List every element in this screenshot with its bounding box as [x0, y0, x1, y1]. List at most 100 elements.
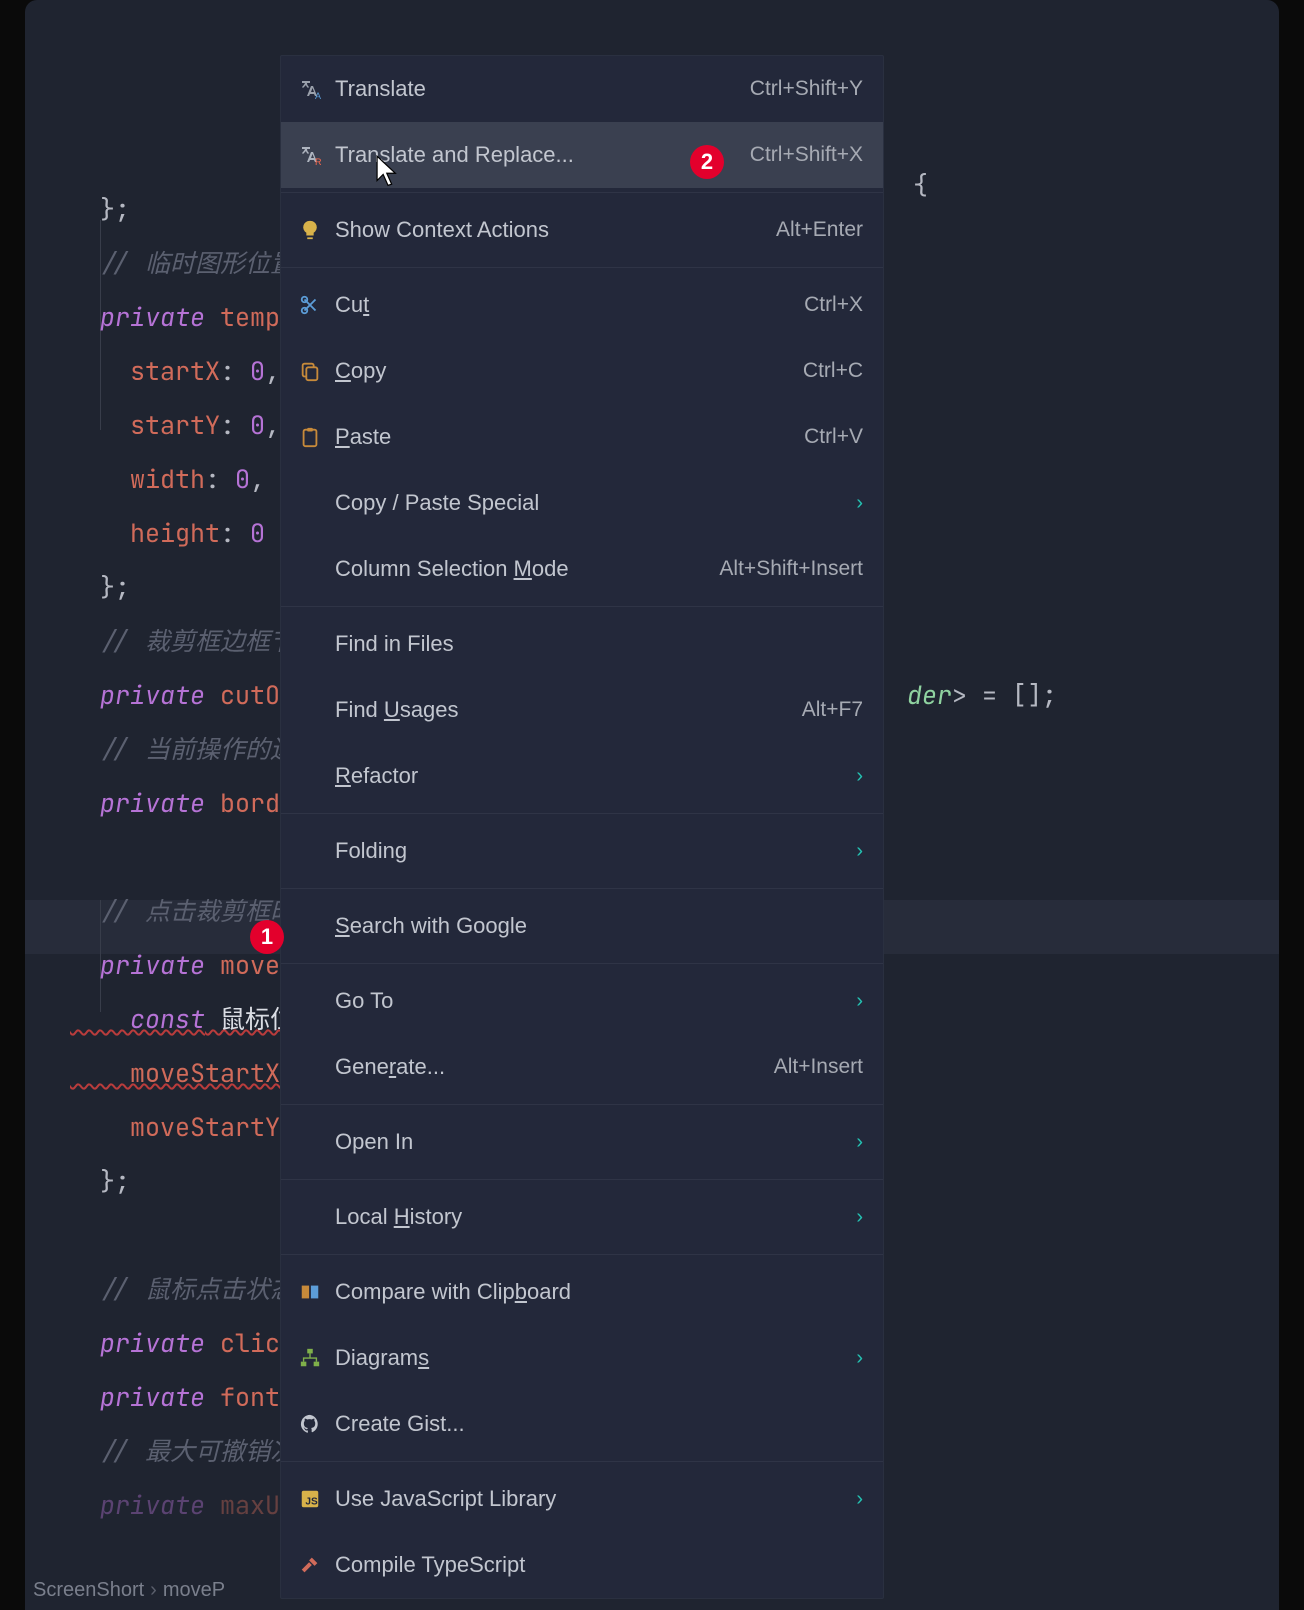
- menu-copy-paste-special[interactable]: Copy / Paste Special ›: [281, 470, 883, 536]
- menu-label: Column Selection Mode: [335, 556, 707, 582]
- empty-icon: [295, 986, 325, 1016]
- menu-label: Find in Files: [335, 631, 863, 657]
- menu-js-library[interactable]: JS Use JavaScript Library ›: [281, 1466, 883, 1532]
- menu-separator: [281, 888, 883, 889]
- menu-shortcut: Ctrl+C: [803, 359, 863, 383]
- code-comment: // 当前操作的边: [70, 732, 295, 766]
- diff-icon: [295, 1277, 325, 1307]
- svg-text:A: A: [315, 91, 321, 101]
- menu-shortcut: Ctrl+Shift+X: [750, 143, 863, 167]
- submenu-arrow-icon: ›: [856, 840, 863, 863]
- menu-label: Local History: [335, 1204, 844, 1230]
- menu-open-in[interactable]: Open In ›: [281, 1109, 883, 1175]
- keyword-private: private: [70, 1326, 205, 1360]
- menu-local-history[interactable]: Local History ›: [281, 1184, 883, 1250]
- menu-label: Go To: [335, 988, 844, 1014]
- menu-copy[interactable]: Copy Ctrl+C: [281, 338, 883, 404]
- keyword-private: private: [70, 786, 205, 820]
- menu-shortcut: Alt+Shift+Insert: [719, 557, 863, 581]
- menu-shortcut: Ctrl+V: [804, 425, 863, 449]
- menu-refactor[interactable]: Refactor ›: [281, 743, 883, 809]
- submenu-arrow-icon: ›: [856, 1131, 863, 1154]
- empty-icon: [295, 1127, 325, 1157]
- menu-label: Copy: [335, 358, 791, 384]
- empty-icon: [295, 695, 325, 725]
- menu-diagrams[interactable]: Diagrams ›: [281, 1325, 883, 1391]
- empty-icon: [295, 554, 325, 584]
- menu-label: Open In: [335, 1129, 844, 1155]
- menu-translate-replace[interactable]: R Translate and Replace... Ctrl+Shift+X: [281, 122, 883, 188]
- mouse-cursor-icon: [375, 155, 401, 189]
- menu-label: Folding: [335, 838, 844, 864]
- empty-icon: [295, 488, 325, 518]
- annotation-badge-1: 1: [250, 920, 284, 954]
- menu-goto[interactable]: Go To ›: [281, 968, 883, 1034]
- hammer-icon: [295, 1550, 325, 1580]
- breadcrumb-member[interactable]: moveP: [163, 1579, 225, 1602]
- menu-shortcut: Ctrl+Shift+Y: [750, 77, 863, 101]
- menu-translate[interactable]: A Translate Ctrl+Shift+Y: [281, 56, 883, 122]
- menu-find-usages[interactable]: Find Usages Alt+F7: [281, 677, 883, 743]
- menu-find-in-files[interactable]: Find in Files: [281, 611, 883, 677]
- submenu-arrow-icon: ›: [856, 492, 863, 515]
- menu-cut[interactable]: Cut Ctrl+X: [281, 272, 883, 338]
- menu-label: Cut: [335, 292, 792, 318]
- menu-shortcut: Alt+Insert: [774, 1055, 863, 1079]
- menu-shortcut: Alt+F7: [802, 698, 863, 722]
- empty-icon: [295, 1052, 325, 1082]
- menu-separator: [281, 606, 883, 607]
- menu-label: Show Context Actions: [335, 217, 764, 243]
- menu-separator: [281, 1179, 883, 1180]
- svg-text:JS: JS: [305, 1497, 318, 1508]
- keyword-private: private: [70, 1488, 205, 1522]
- bulb-icon: [295, 215, 325, 245]
- breadcrumb-separator: ›: [150, 1579, 157, 1602]
- scissors-icon: [295, 290, 325, 320]
- context-menu[interactable]: A Translate Ctrl+Shift+Y R Translate and…: [280, 55, 884, 1599]
- menu-column-selection[interactable]: Column Selection Mode Alt+Shift+Insert: [281, 536, 883, 602]
- property: startY: [70, 408, 220, 442]
- js-icon: JS: [295, 1484, 325, 1514]
- menu-label: Use JavaScript Library: [335, 1486, 844, 1512]
- menu-label: Copy / Paste Special: [335, 490, 844, 516]
- breadcrumb-class[interactable]: ScreenShort: [33, 1579, 144, 1602]
- code-line: };: [70, 192, 130, 226]
- menu-paste[interactable]: Paste Ctrl+V: [281, 404, 883, 470]
- breadcrumbs[interactable]: ScreenShort › moveP: [25, 1570, 233, 1610]
- property: height: [70, 516, 220, 550]
- menu-folding[interactable]: Folding ›: [281, 818, 883, 884]
- menu-context-actions[interactable]: Show Context Actions Alt+Enter: [281, 197, 883, 263]
- submenu-arrow-icon: ›: [856, 765, 863, 788]
- menu-label: Create Gist...: [335, 1411, 863, 1437]
- menu-create-gist[interactable]: Create Gist...: [281, 1391, 883, 1457]
- empty-icon: [295, 629, 325, 659]
- menu-generate[interactable]: Generate... Alt+Insert: [281, 1034, 883, 1100]
- menu-label: Diagrams: [335, 1345, 844, 1371]
- menu-label: Translate: [335, 76, 738, 102]
- menu-label: Search with Google: [335, 913, 863, 939]
- annotation-badge-2: 2: [690, 145, 724, 179]
- empty-icon: [295, 836, 325, 866]
- menu-compile-typescript[interactable]: Compile TypeScript: [281, 1532, 883, 1598]
- menu-separator: [281, 267, 883, 268]
- menu-label: Refactor: [335, 763, 844, 789]
- menu-separator: [281, 1254, 883, 1255]
- copy-icon: [295, 356, 325, 386]
- property: moveStartX: [70, 1056, 280, 1090]
- property: moveStartY: [70, 1110, 280, 1144]
- menu-compare-clipboard[interactable]: Compare with Clipboard: [281, 1259, 883, 1325]
- menu-search-google[interactable]: Search with Google: [281, 893, 883, 959]
- brace-open: {: [913, 168, 928, 202]
- empty-icon: [295, 1202, 325, 1232]
- menu-shortcut: Ctrl+X: [804, 293, 863, 317]
- code-line: };: [70, 570, 130, 604]
- menu-separator: [281, 1461, 883, 1462]
- menu-label: Paste: [335, 424, 792, 450]
- clipboard-icon: [295, 422, 325, 452]
- svg-text:R: R: [315, 157, 322, 167]
- menu-label: Generate...: [335, 1054, 762, 1080]
- translate-replace-icon: R: [295, 140, 325, 170]
- menu-separator: [281, 813, 883, 814]
- keyword-private: private: [70, 300, 205, 334]
- keyword-private: private: [70, 1380, 205, 1414]
